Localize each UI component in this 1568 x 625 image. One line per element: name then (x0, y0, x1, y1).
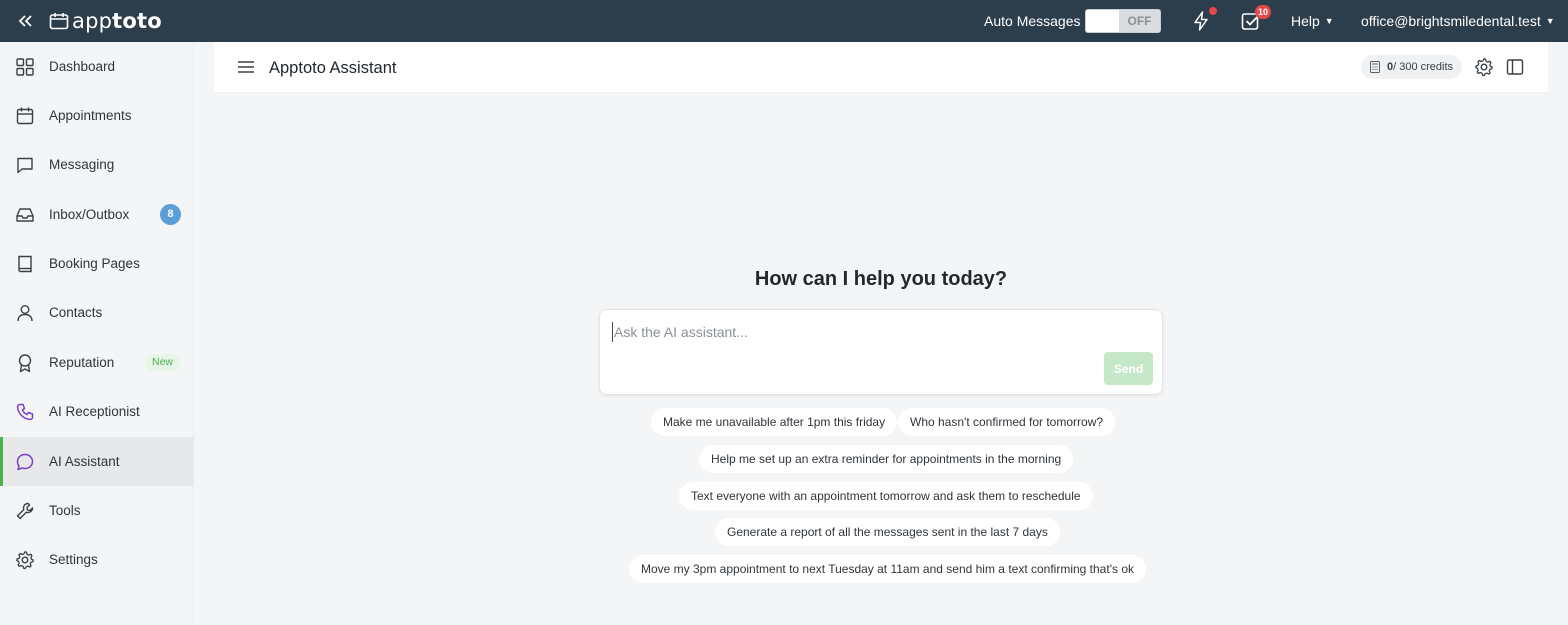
sidebar-item-ai-assistant[interactable]: AI Assistant (0, 437, 194, 486)
gear-icon (16, 550, 34, 569)
logo-text: apptoto (72, 9, 162, 33)
lightning-icon[interactable] (1190, 7, 1217, 32)
account-menu[interactable]: office@brightsmiledental.test ▼ (1361, 13, 1555, 29)
credits-indicator: 0 / 300 credits (1361, 55, 1463, 79)
toggle-knob (1086, 10, 1119, 32)
assistant-composer: Send (599, 309, 1163, 395)
suggestion-chip[interactable]: Move my 3pm appointment to next Tuesday … (629, 555, 1146, 583)
user-icon (17, 304, 33, 321)
suggestion-chip[interactable]: Text everyone with an appointment tomorr… (679, 482, 1093, 510)
sidebar: Dashboard Appointments Messaging Inbox/O… (0, 42, 194, 625)
sidebar-item-reputation[interactable]: Reputation New (0, 338, 194, 387)
menu-icon[interactable] (237, 58, 255, 76)
wrench-icon (16, 502, 34, 519)
sidebar-item-label: Appointments (49, 108, 132, 123)
sidebar-item-label: Contacts (49, 305, 103, 320)
sidebar-item-tools[interactable]: Tools (0, 486, 194, 535)
sidebar-item-dashboard[interactable]: Dashboard (0, 42, 194, 91)
sidebar-item-label: Settings (49, 552, 98, 567)
top-bar: apptoto Auto Messages OFF 10 Help ▼ offic… (0, 0, 1568, 42)
suggestion-chip[interactable]: Generate a report of all the messages se… (715, 518, 1060, 546)
sidebar-item-label: Messaging (49, 157, 115, 172)
ai-chat-icon (16, 453, 34, 470)
assistant-input[interactable] (612, 322, 1132, 342)
assistant-heading: How can I help you today? (754, 268, 1008, 290)
logo-calendar-icon (49, 13, 69, 30)
help-label: Help (1291, 13, 1320, 29)
panel-toggle-icon[interactable] (1505, 57, 1525, 77)
sidebar-item-booking-pages[interactable]: Booking Pages (0, 239, 194, 288)
sidebar-item-label: Reputation (49, 355, 115, 370)
send-button[interactable]: Send (1104, 352, 1153, 385)
sidebar-item-ai-receptionist[interactable]: AI Receptionist (0, 387, 194, 436)
help-menu[interactable]: Help ▼ (1291, 13, 1334, 29)
sidebar-item-messaging[interactable]: Messaging (0, 140, 194, 189)
auto-messages-label: Auto Messages (984, 13, 1081, 29)
sidebar-item-label: AI Receptionist (49, 404, 140, 419)
auto-messages-toggle[interactable]: OFF (1085, 9, 1161, 33)
tasks-checkbox-icon[interactable]: 10 (1240, 5, 1272, 32)
sidebar-item-label: AI Assistant (49, 454, 120, 469)
sidebar-item-label: Booking Pages (49, 256, 140, 271)
calculator-icon (1370, 61, 1380, 73)
collapse-sidebar-icon[interactable] (14, 10, 36, 32)
chevron-down-icon: ▼ (1324, 16, 1334, 26)
sidebar-item-inbox-outbox[interactable]: Inbox/Outbox 8 (0, 190, 194, 239)
page-title: Apptoto Assistant (269, 59, 397, 77)
tasks-count-badge: 10 (1255, 5, 1272, 19)
chat-bubble-icon (17, 157, 33, 173)
page-header: Apptoto Assistant 0 / 300 credits (214, 42, 1548, 93)
new-badge: New (145, 354, 181, 371)
chevron-down-icon: ▼ (1545, 16, 1555, 26)
sidebar-item-appointments[interactable]: Appointments (0, 91, 194, 140)
sidebar-item-label: Inbox/Outbox (49, 207, 130, 222)
calendar-icon (16, 107, 34, 124)
toggle-state: OFF (1127, 14, 1152, 28)
notification-dot (1209, 7, 1217, 15)
inbox-icon (16, 207, 34, 222)
dashboard-icon (16, 57, 34, 76)
suggestion-chip[interactable]: Help me set up an extra reminder for app… (699, 445, 1074, 473)
credits-total: / 300 credits (1393, 61, 1454, 73)
main-content: Apptoto Assistant 0 / 300 credits How ca… (214, 42, 1548, 625)
sidebar-item-settings[interactable]: Settings (0, 535, 194, 584)
apptoto-logo[interactable]: apptoto (49, 9, 162, 33)
account-email: office@brightsmiledental.test (1361, 13, 1541, 29)
sidebar-item-label: Tools (49, 503, 81, 518)
suggestion-chip[interactable]: Make me unavailable after 1pm this frida… (651, 408, 898, 436)
inbox-count-badge: 8 (160, 204, 181, 225)
award-icon (18, 353, 32, 372)
phone-icon (16, 403, 34, 420)
sidebar-item-contacts[interactable]: Contacts (0, 288, 194, 337)
suggestion-chip[interactable]: Who hasn't confirmed for tomorrow? (898, 408, 1116, 436)
sidebar-item-label: Dashboard (49, 59, 116, 74)
book-icon (18, 255, 32, 272)
assistant-settings-gear-icon[interactable] (1474, 57, 1494, 77)
